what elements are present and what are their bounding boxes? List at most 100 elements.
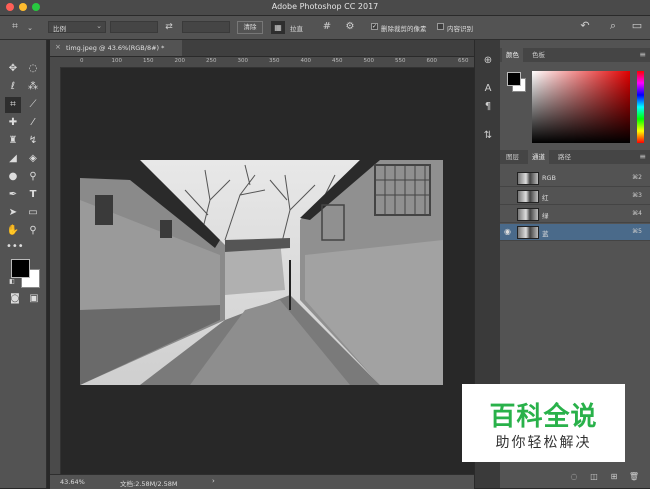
channel-shortcut: ⌘2 (632, 174, 642, 181)
status-menu-arrow-icon[interactable]: › (212, 477, 215, 485)
width-field[interactable] (110, 21, 158, 33)
foreground-color-swatch[interactable] (11, 259, 30, 278)
channel-thumbnail (517, 208, 539, 221)
ruler-tick-label: 0 (80, 58, 84, 64)
paint-bucket-tool-icon[interactable]: ◈ (26, 152, 40, 166)
clear-button[interactable]: 清除 (237, 21, 263, 34)
tab-paths[interactable]: 路径 (554, 150, 575, 164)
character-panel-icon[interactable]: A (482, 84, 494, 94)
document-tab[interactable]: × timg.jpeg @ 43.6%(RGB/8#) * (50, 40, 182, 56)
tab-layers[interactable]: 图层 (502, 150, 523, 164)
tab-channels[interactable]: 通道 (528, 150, 549, 164)
tools-panel: ✥ ◌ ℓ ⁂ ⌗ ⟋ ✚ ⁄ ♜ ↯ ◢ ◈ ● ⚲ ✒ T ➤ ▭ ✋ ⚲ … (0, 40, 47, 488)
color-panel-foreground-swatch[interactable] (507, 72, 521, 86)
ruler-tick-label: 250 (206, 58, 217, 64)
ruler-tick-label: 500 (363, 58, 375, 64)
ratio-select-value: 比例 (53, 25, 66, 33)
channel-row[interactable]: 红 ⌘3 (500, 188, 650, 205)
path-selection-tool-icon[interactable]: ➤ (6, 206, 20, 220)
blur-tool-icon[interactable]: ● (6, 170, 20, 184)
rectangle-tool-icon[interactable]: ▭ (26, 206, 40, 220)
content-aware-checkbox[interactable] (437, 23, 444, 30)
eye-icon[interactable]: ◉ (504, 227, 511, 236)
straighten-icon[interactable]: ▦ (271, 21, 285, 34)
delete-cropped-label: 删除裁剪的像素 (381, 25, 427, 33)
brush-tool-icon[interactable]: ⁄ (26, 116, 40, 130)
zoom-level[interactable]: 43.64% (60, 478, 85, 486)
healing-brush-tool-icon[interactable]: ✚ (6, 116, 20, 130)
panel-menu-icon[interactable]: ≡ (639, 50, 646, 59)
channel-row[interactable]: RGB ⌘2 (500, 170, 650, 187)
crop-tool-icon[interactable]: ⌗ (5, 97, 21, 113)
ruler-tick-label: 150 (143, 58, 154, 64)
document-tab-bar: × timg.jpeg @ 43.6%(RGB/8#) * (50, 40, 474, 57)
ruler-tick-label: 450 (332, 58, 343, 64)
delete-cropped-checkbox[interactable]: ✓ (371, 23, 378, 30)
channel-shortcut: ⌘3 (632, 192, 642, 199)
ruler-tick-label: 600 (426, 58, 438, 64)
move-tool-icon[interactable]: ✥ (6, 62, 20, 76)
document-title: timg.jpeg @ 43.6%(RGB/8#) * (66, 44, 165, 52)
tab-color[interactable]: 颜色 (502, 48, 523, 62)
type-tool-icon[interactable]: T (26, 188, 40, 202)
lasso-tool-icon[interactable]: ℓ (6, 80, 20, 94)
swap-dimensions-icon[interactable]: ⇄ (162, 22, 176, 32)
channel-row[interactable]: 绿 ⌘4 (500, 206, 650, 223)
ratio-select[interactable]: 比例 ⌄ (48, 21, 106, 33)
zoom-tool-icon[interactable]: ⚲ (26, 224, 40, 238)
overlay-grid-icon[interactable]: # (320, 22, 334, 32)
history-brush-tool-icon[interactable]: ↯ (26, 134, 40, 148)
title-bar: Adobe Photoshop CC 2017 (0, 0, 650, 16)
load-channel-selection-icon[interactable]: ◌ (568, 472, 580, 482)
panel-menu-icon[interactable]: ≡ (639, 152, 646, 161)
height-field[interactable] (182, 21, 230, 33)
crop-tool-icon[interactable]: ⌗ (8, 22, 22, 32)
close-tab-icon[interactable]: × (55, 43, 61, 51)
hand-tool-icon[interactable]: ✋ (6, 224, 20, 238)
color-field[interactable] (532, 71, 630, 143)
save-selection-icon[interactable]: ◫ (588, 472, 600, 482)
tab-swatches[interactable]: 色板 (528, 48, 549, 62)
trash-icon[interactable]: 🗑 (628, 472, 640, 482)
hue-slider[interactable] (637, 71, 644, 143)
chevron-down-icon: ⌄ (96, 22, 102, 30)
watermark: 百科全说 助你轻松解决 (462, 384, 625, 462)
canvas-area[interactable] (61, 68, 474, 474)
ruler-tick-label: 100 (111, 58, 123, 64)
channel-shortcut: ⌘5 (632, 228, 642, 235)
search-icon[interactable]: ⌕ (606, 20, 620, 31)
reset-icon[interactable]: ↶ (578, 20, 592, 31)
document-image[interactable] (80, 160, 443, 385)
watermark-title: 百科全说 (489, 402, 598, 432)
ruler-tick-label: 550 (395, 58, 406, 64)
default-colors-icon[interactable]: ◧ (8, 278, 16, 286)
marquee-tool-icon[interactable]: ◌ (26, 62, 40, 76)
new-channel-icon[interactable]: ⊞ (608, 472, 620, 482)
channel-thumbnail (517, 226, 539, 239)
channel-thumbnail (517, 172, 539, 185)
history-panel-icon[interactable]: ⊕ (482, 56, 494, 66)
workspace-icon[interactable]: ▭ (630, 20, 644, 31)
app-title: Adobe Photoshop CC 2017 (271, 2, 379, 11)
content-aware-label: 内容识别 (447, 25, 473, 33)
channel-name: RGB (542, 174, 557, 182)
watermark-subtitle: 助你轻松解决 (495, 435, 592, 451)
gear-icon[interactable]: ⚙ (344, 22, 356, 32)
channel-row-selected[interactable]: ◉ 蓝 ⌘5 (500, 224, 650, 241)
clone-stamp-tool-icon[interactable]: ♜ (6, 134, 20, 148)
channel-name: 绿 (542, 212, 549, 220)
ruler-tick-label: 350 (269, 58, 280, 64)
tool-preset-chevron-icon[interactable]: ⌄ (26, 23, 34, 33)
quick-mask-icon[interactable]: ◙ (8, 292, 22, 306)
magic-wand-tool-icon[interactable]: ⁂ (26, 80, 40, 94)
dodge-tool-icon[interactable]: ⚲ (26, 170, 40, 184)
paragraph-panel-icon[interactable]: ¶ (482, 102, 494, 112)
eraser-tool-icon[interactable]: ◢ (6, 152, 20, 166)
screen-mode-icon[interactable]: ▣ (27, 292, 41, 306)
properties-panel-icon[interactable]: ⇅ (482, 131, 494, 141)
pen-tool-icon[interactable]: ✒ (6, 188, 20, 202)
channel-name: 蓝 (542, 230, 549, 238)
more-tools-icon[interactable]: ••• (6, 240, 24, 254)
color-panel-tabbar: 颜色 色板 ≡ (500, 48, 650, 62)
eyedropper-tool-icon[interactable]: ⟋ (26, 98, 40, 112)
